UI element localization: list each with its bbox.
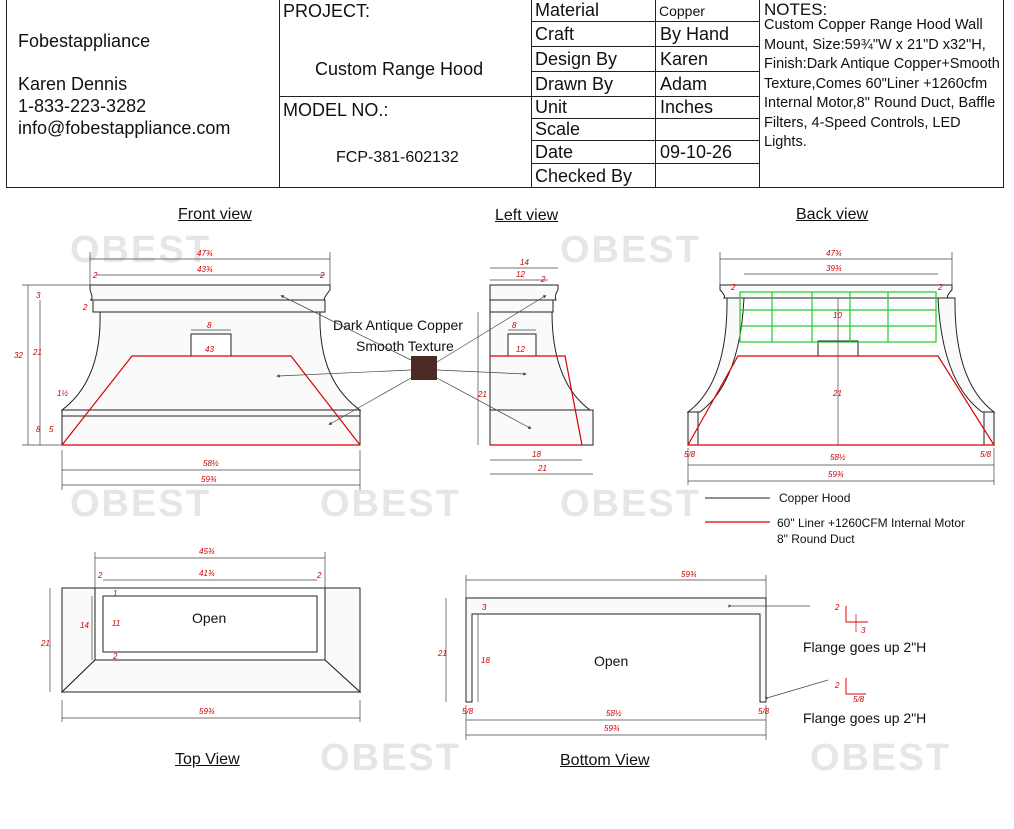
dim-label: 2: [92, 271, 98, 280]
bottom-view-title: Bottom View: [560, 752, 650, 769]
svg-text:Dark Antique Copper: Dark Antique Copper: [333, 317, 463, 333]
dim-label: 58½: [606, 709, 622, 718]
dim-label: 47¾: [197, 249, 213, 258]
front-view-title: Front view: [178, 206, 252, 223]
left-view-title: Left view: [495, 207, 559, 224]
svg-text:OBEST: OBEST: [70, 229, 211, 271]
drawing-canvas: OBEST OBEST OBEST OBEST OBEST OBEST OBES…: [14, 229, 996, 779]
dim-label: 21: [32, 348, 42, 357]
dim-label: 45¾: [199, 547, 215, 556]
dim-label: 10: [833, 311, 842, 320]
bottom-view-drawing: [465, 597, 767, 703]
dim-label: 18: [481, 656, 490, 665]
back-view-liner: [686, 355, 996, 446]
dim-label: 5/8: [684, 450, 696, 459]
dim-label: 59¾: [828, 470, 844, 479]
dim-label: 41¾: [199, 569, 215, 578]
flange-label: Flange goes up 2"H: [803, 710, 926, 726]
legend-hood: Copper Hood: [779, 491, 850, 505]
dim-label: 32: [14, 351, 23, 360]
dim-label: 59¾: [201, 475, 217, 484]
dim-label: 2: [319, 271, 325, 280]
legend: Copper Hood 60" Liner +1260CFM Internal …: [705, 491, 965, 546]
dim-label: 58½: [830, 453, 846, 462]
dim-label: 5/8: [980, 450, 992, 459]
open-label: Open: [594, 653, 628, 669]
dim-label: 8: [207, 321, 212, 330]
flange-label: Flange goes up 2"H: [803, 639, 926, 655]
svg-text:OBEST: OBEST: [560, 229, 701, 271]
svg-text:3: 3: [861, 626, 866, 635]
dim-label: 59¾: [199, 707, 215, 716]
dim-label: 8: [512, 321, 517, 330]
flange-detail-top: 2 3 Flange goes up 2"H: [803, 603, 926, 655]
dim-label: 11: [112, 619, 120, 628]
dim-label: 21: [477, 390, 487, 399]
dim-label: 2: [112, 652, 118, 661]
svg-text:OBEST: OBEST: [560, 483, 701, 525]
open-label: Open: [192, 610, 226, 626]
dim-label: 59¾: [681, 570, 697, 579]
dim-label: 2: [97, 571, 103, 580]
top-view-title: Top View: [175, 751, 240, 768]
dim-label: 5: [49, 425, 54, 434]
dim-label: 12: [516, 270, 525, 279]
dim-label: 3: [482, 603, 487, 612]
dim-label: 18: [532, 450, 541, 459]
dim-label: 43¾: [197, 265, 213, 274]
dim-label: 21: [40, 639, 50, 648]
finish-swatch: [411, 356, 437, 380]
dim-label: 8: [36, 425, 41, 434]
dim-label: 39¾: [826, 264, 842, 273]
dim-label: 2: [316, 571, 322, 580]
flange-detail-bottom: 2 5/8 Flange goes up 2"H: [803, 678, 926, 726]
dim-label: 5/8: [758, 707, 770, 716]
top-view-drawing: [60, 587, 362, 694]
svg-text:OBEST: OBEST: [320, 737, 461, 779]
dim-label: 21: [537, 464, 547, 473]
svg-text:Smooth Texture: Smooth Texture: [356, 338, 454, 354]
dim-label: 14: [80, 621, 89, 630]
bottom-view-dimensions: 59¾ 3 21 18 5/8 5/8 58½ 59¾ Open: [437, 570, 770, 733]
svg-text:OBEST: OBEST: [70, 483, 211, 525]
legend-liner: 60" Liner +1260CFM Internal Motor: [777, 516, 965, 530]
dim-label: 5/8: [462, 707, 474, 716]
dim-label: 3: [36, 291, 41, 300]
svg-text:2: 2: [834, 681, 840, 690]
dim-label: 2: [82, 303, 88, 312]
dim-label: 21: [832, 389, 842, 398]
svg-text:OBEST: OBEST: [810, 737, 951, 779]
legend-duct: 8" Round Duct: [777, 532, 855, 546]
dim-label: 2: [540, 275, 546, 284]
dim-label: 43: [205, 345, 214, 354]
dim-label: 21: [437, 649, 447, 658]
dim-label: 12: [516, 345, 525, 354]
svg-text:5/8: 5/8: [853, 695, 865, 704]
dim-label: 14: [520, 258, 529, 267]
dim-label: 58½: [203, 459, 219, 468]
svg-text:OBEST: OBEST: [320, 483, 461, 525]
dim-label: 1½: [57, 389, 68, 398]
dim-label: 2: [730, 283, 736, 292]
front-view-drawing: [60, 284, 362, 446]
dim-label: 47¾: [826, 249, 842, 258]
dim-label: 2: [937, 283, 943, 292]
dim-label: 1: [113, 589, 117, 598]
back-view-title: Back view: [796, 206, 869, 223]
dim-label: 59¾: [604, 724, 620, 733]
svg-text:2: 2: [834, 603, 840, 612]
back-view-drawing: [686, 284, 996, 446]
